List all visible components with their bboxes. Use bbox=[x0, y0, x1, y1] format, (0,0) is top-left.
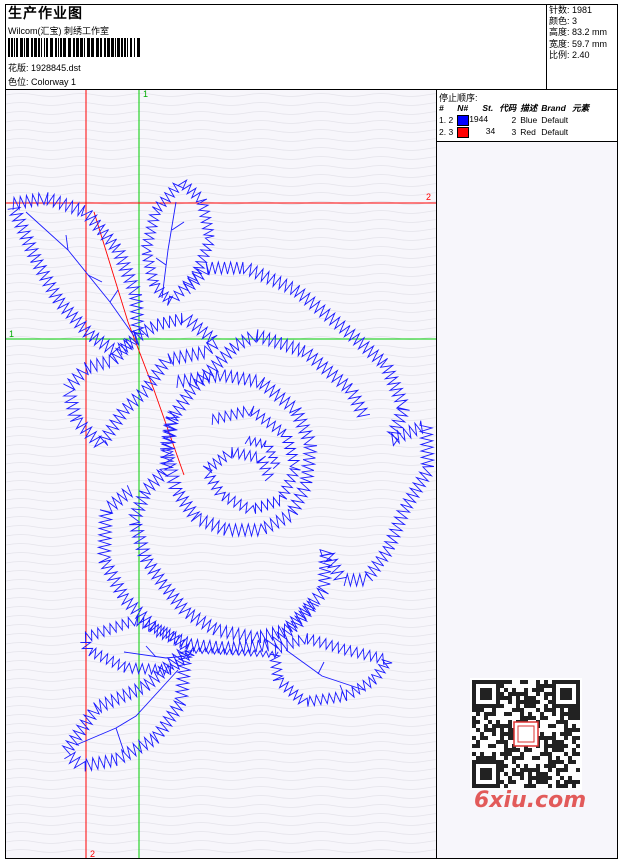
row-needle: 3 bbox=[448, 127, 454, 137]
col-desc: 描述 bbox=[520, 103, 538, 113]
color-sequence-header: 停止顺序: # N# St. 代码 描述 Brand 元素 1. 2 1944 … bbox=[437, 90, 617, 142]
design-label: 花版: bbox=[8, 63, 29, 73]
table-row[interactable]: 1. 2 1944 2 Blue Default bbox=[438, 114, 592, 126]
guide-label-v2: 2 bbox=[90, 849, 96, 859]
design-file: 1928845.dst bbox=[31, 63, 81, 73]
row-code: 2 bbox=[511, 115, 517, 125]
guide-label-h2: 2 bbox=[426, 192, 432, 202]
table-row[interactable]: 2. 3 34 3 Red Default bbox=[438, 126, 592, 138]
row-needle: 2 bbox=[448, 115, 454, 125]
row-desc: Red bbox=[520, 127, 536, 137]
row-desc: Blue bbox=[520, 115, 538, 125]
col-brand: Brand bbox=[541, 103, 566, 113]
company-name: Wilcom(汇宝) 刺绣工作室 bbox=[8, 26, 109, 36]
embroidery-preview bbox=[6, 90, 436, 858]
stitches-value: 1981 bbox=[572, 5, 593, 15]
scale-value: 2.40 bbox=[572, 49, 590, 60]
row-stitches: 1944 bbox=[469, 114, 489, 125]
colors-value: 3 bbox=[572, 16, 578, 27]
design-stats: 针数: 1981 颜色: 3 高度: 83.2 mm 宽度: 59.7 mm 比… bbox=[549, 5, 607, 61]
color-swatch-red bbox=[457, 126, 470, 138]
row-index: 2. bbox=[439, 127, 447, 137]
colors-label: 颜色: bbox=[549, 16, 570, 27]
col-stitches: St. bbox=[482, 103, 494, 113]
watermark-logo: 6xiu.com bbox=[474, 788, 587, 813]
col-code: 代码 bbox=[499, 103, 517, 113]
page-title: 生产作业图 bbox=[8, 5, 83, 21]
qr-code bbox=[470, 678, 582, 790]
barcode bbox=[8, 38, 140, 57]
row-stitches: 34 bbox=[485, 126, 496, 137]
width-label: 宽度: bbox=[549, 38, 570, 49]
col-index: # bbox=[439, 103, 444, 113]
row-brand: Default bbox=[541, 127, 569, 137]
row-code: 3 bbox=[511, 127, 517, 137]
height-value: 83.2 mm bbox=[572, 27, 608, 38]
colorway-info: 色位: Colorway 1 bbox=[8, 75, 76, 88]
width-value: 59.7 mm bbox=[572, 38, 608, 49]
col-element: 元素 bbox=[572, 103, 590, 113]
row-index: 1. bbox=[439, 115, 447, 125]
design-info: 花版: 1928845.dst bbox=[8, 61, 81, 74]
stitches-label: 针数: bbox=[549, 5, 570, 15]
scale-label: 比例: bbox=[549, 49, 570, 60]
col-needle: N# bbox=[457, 103, 469, 113]
color-table: # N# St. 代码 描述 Brand 元素 1. 2 1944 2 Blue… bbox=[438, 102, 592, 138]
design-canvas[interactable]: 1 2 1 2 bbox=[5, 89, 437, 859]
guide-label-v1: 1 bbox=[143, 89, 149, 99]
height-label: 高度: bbox=[549, 27, 570, 38]
color-swatch-blue bbox=[457, 114, 470, 126]
row-brand: Default bbox=[541, 115, 569, 125]
colorway-name: Colorway 1 bbox=[31, 77, 77, 87]
colorway-label: 色位: bbox=[8, 77, 29, 87]
guide-label-h1: 1 bbox=[9, 329, 15, 339]
